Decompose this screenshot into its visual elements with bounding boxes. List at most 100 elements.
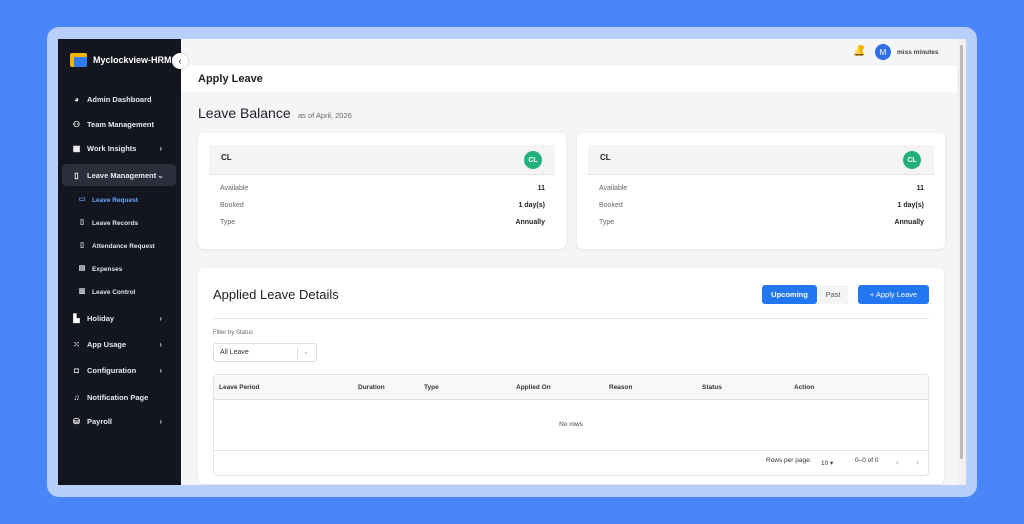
leave-table: Leave Period Duration Type Applied On Re…	[213, 374, 929, 476]
leave-balance-card: CL CL Available 11 Booked 1 day(s) Type …	[198, 133, 566, 249]
sidebar-item-label: Configuration	[87, 365, 137, 375]
bell-icon: ♫	[73, 392, 80, 402]
sidebar-subitem-attendance-request[interactable]: ▯ Attendance Request	[78, 237, 176, 255]
sidebar-item-label: Payroll	[87, 416, 113, 426]
topbar: 🔔 M miss minutes	[181, 39, 966, 66]
tab-upcoming[interactable]: Upcoming	[762, 285, 817, 304]
sidebar-item-label: Team Management	[87, 119, 154, 129]
sidebar-item-holiday[interactable]: ▙ Holiday ›	[62, 307, 176, 329]
receipt-icon: ▤	[78, 265, 86, 272]
type-value: Annually	[515, 219, 545, 226]
next-page-button[interactable]: ›	[916, 457, 919, 467]
previous-page-button[interactable]: ‹	[896, 457, 899, 467]
sidebar-item-label: Holiday	[87, 313, 115, 323]
filter-label: Filter by Status	[213, 330, 254, 336]
scrollbar-thumb[interactable]	[960, 45, 963, 459]
empty-state: No rows	[559, 421, 583, 428]
apply-leave-button[interactable]: + Apply Leave	[858, 285, 929, 304]
column-header[interactable]: Type	[424, 384, 439, 391]
type-value: Annually	[894, 219, 924, 226]
chevron-right-icon: ›	[159, 365, 162, 375]
chevron-down-icon: ⌄	[303, 349, 309, 356]
caret-down-icon: ▾	[830, 460, 834, 467]
sidebar-item-label: Admin Dashboard	[87, 94, 152, 104]
available-value: 11	[916, 185, 924, 192]
sidebar-subitem-label: Leave Control	[92, 288, 136, 296]
filter-value: All Leave	[220, 349, 249, 356]
sidebar-item-label: Leave Management	[87, 170, 157, 180]
leave-balance-as-of: as of April, 2026	[298, 111, 352, 120]
leave-code-badge: CL	[524, 151, 542, 169]
avatar[interactable]: M	[875, 44, 891, 60]
leave-code-badge: CL	[903, 151, 921, 169]
sidebar-subitem-label: Expenses	[92, 265, 123, 273]
pie-chart-icon: ◕	[74, 94, 79, 104]
collapse-sidebar-button[interactable]: ‹	[172, 53, 188, 69]
rows-per-page-value: 10	[821, 460, 829, 467]
brand-name: Myclockview-HRMS	[93, 55, 178, 65]
sidebar-item-work-insights[interactable]: ▦ Work Insights ›	[62, 137, 176, 159]
column-header[interactable]: Duration	[358, 384, 385, 391]
select-separator	[297, 348, 298, 359]
holiday-icon: ▙	[73, 313, 80, 323]
column-header[interactable]: Status	[702, 384, 722, 391]
notification-dot	[859, 45, 864, 50]
available-value: 11	[537, 185, 545, 192]
applied-leave-title: Applied Leave Details	[213, 287, 339, 302]
sidebar-item-app-usage[interactable]: ⁙ App Usage ›	[62, 333, 176, 355]
brand-logo-icon	[70, 53, 87, 67]
sidebar-item-label: Notification Page	[87, 392, 149, 402]
leave-code: CL	[600, 153, 611, 162]
available-label: Available	[599, 185, 628, 192]
sidebar-subitem-label: Leave Request	[92, 196, 138, 204]
chevron-right-icon: ›	[159, 339, 162, 349]
sidebar-subitem-leave-control[interactable]: ▥ Leave Control	[78, 283, 176, 301]
chevron-right-icon: ›	[159, 416, 162, 426]
sidebar-item-label: Work Insights	[87, 143, 137, 153]
chevron-down-icon: ⌄	[157, 170, 164, 180]
sidebar-subitem-expenses[interactable]: ▤ Expenses	[78, 260, 176, 278]
sidebar-subitem-leave-request[interactable]: ▭ Leave Request	[78, 191, 176, 209]
booked-value: 1 day(s)	[897, 202, 924, 209]
booked-value: 1 day(s)	[518, 202, 545, 209]
payroll-icon: ⛁	[73, 416, 80, 426]
type-label: Type	[220, 219, 236, 226]
type-label: Type	[599, 219, 615, 226]
sidebar-item-admin-dashboard[interactable]: ◕ Admin Dashboard	[62, 88, 176, 110]
sidebar-subitem-label: Leave Records	[92, 219, 139, 227]
table-header: Leave Period Duration Type Applied On Re…	[214, 375, 928, 400]
cylinder-icon: ▯	[74, 170, 79, 180]
leave-balance-title: Leave Balance	[198, 105, 291, 121]
booked-label: Booked	[599, 202, 623, 209]
column-header[interactable]: Leave Period	[219, 384, 259, 391]
card-header: CL CL	[209, 145, 555, 175]
tab-past[interactable]: Past	[818, 285, 848, 304]
settings-box-icon: ◘	[74, 365, 79, 375]
page-title: Apply Leave	[198, 73, 263, 85]
chevron-right-icon: ›	[159, 313, 162, 323]
leave-code: CL	[221, 153, 232, 162]
column-header[interactable]: Applied On	[516, 384, 551, 391]
user-name[interactable]: miss minutes	[897, 49, 939, 56]
status-filter-select[interactable]: All Leave ⌄	[213, 343, 317, 362]
sidebar-subitem-leave-records[interactable]: ▯ Leave Records	[78, 214, 176, 232]
sidebar-item-team-management[interactable]: ⚇ Team Management	[62, 113, 176, 135]
rows-per-page-label: Rows per page:	[766, 457, 812, 464]
sidebar-subitem-label: Attendance Request	[92, 242, 155, 250]
divider	[213, 318, 929, 319]
records-icon: ▯	[80, 219, 84, 226]
sidebar-item-label: App Usage	[87, 339, 127, 349]
sidebar-item-configuration[interactable]: ◘ Configuration ›	[62, 359, 176, 381]
column-header[interactable]: Reason	[609, 384, 632, 391]
rows-per-page-select[interactable]: 10 ▾	[821, 459, 833, 467]
page-header: Apply Leave	[181, 66, 957, 92]
column-header[interactable]: Action	[794, 384, 814, 391]
cylinder-icon: ▯	[80, 242, 84, 249]
sidebar-item-notification-page[interactable]: ♫ Notification Page	[62, 386, 176, 408]
leave-balance-card: CL CL Available 11 Booked 1 day(s) Type …	[577, 133, 945, 249]
sidebar-item-payroll[interactable]: ⛁ Payroll ›	[62, 410, 176, 432]
chevron-right-icon: ›	[159, 143, 162, 153]
table-pagination: Rows per page: 10 ▾ 0–0 of 0 ‹ ›	[214, 450, 928, 476]
sidebar-item-leave-management[interactable]: ▯ Leave Management ⌄	[62, 164, 176, 186]
brand[interactable]: Myclockview-HRMS	[70, 53, 178, 67]
